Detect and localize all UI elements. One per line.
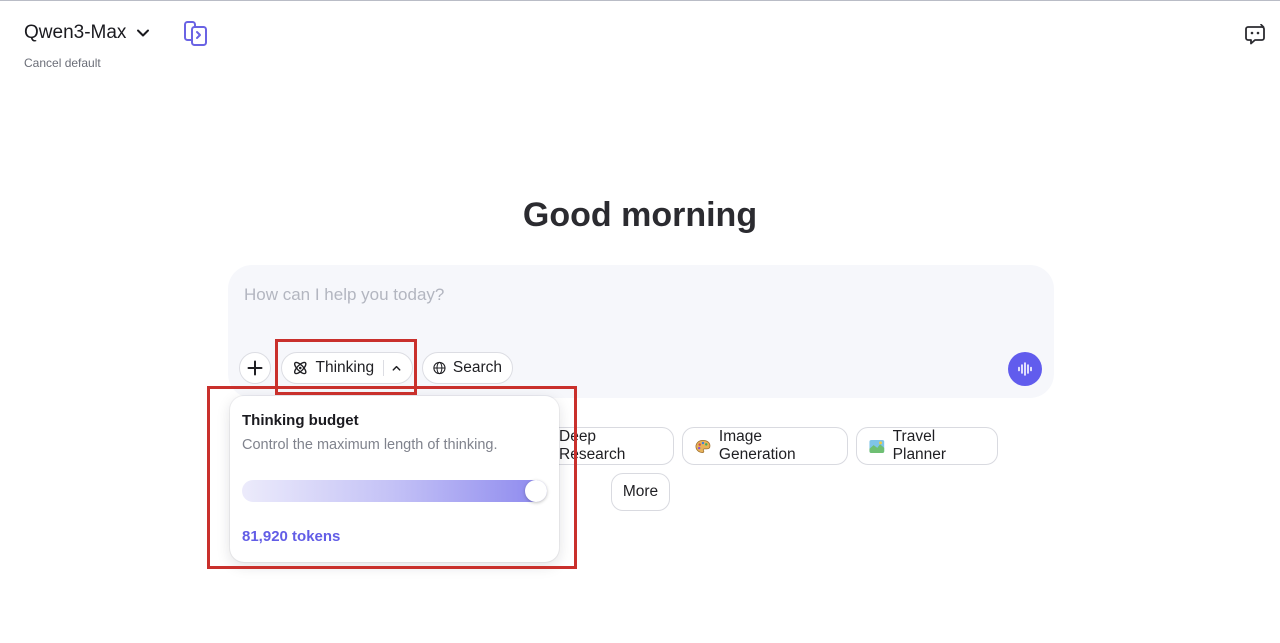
pill-divider: [383, 360, 385, 376]
voice-wave-icon: [1018, 362, 1032, 376]
add-attachment-button[interactable]: [239, 352, 271, 384]
thinking-budget-slider[interactable]: [242, 480, 547, 502]
compare-icon[interactable]: [183, 20, 211, 48]
chat-bot-icon[interactable]: [1244, 24, 1266, 46]
map-icon: [869, 439, 885, 453]
model-selector[interactable]: Qwen3-Max: [24, 22, 150, 44]
suggestion-deep-research[interactable]: Deep Research: [546, 427, 674, 465]
model-name: Qwen3-Max: [24, 22, 127, 43]
suggestion-label: Image Generation: [718, 428, 796, 463]
voice-input-button[interactable]: [1008, 352, 1042, 386]
thinking-label: Thinking: [315, 359, 375, 376]
plus-icon: [247, 360, 263, 376]
search-label: Search: [452, 359, 502, 376]
greeting-heading: Good morning: [522, 196, 758, 234]
chat-composer: Thinking Search: [228, 265, 1054, 398]
slider-handle[interactable]: [525, 480, 547, 502]
suggestion-label: More: [622, 483, 659, 500]
suggestion-label: Deep Research: [559, 428, 626, 463]
token-count: 81,920 tokens: [242, 528, 341, 545]
suggestion-label: Travel Planner: [892, 428, 947, 463]
cancel-default-link[interactable]: Cancel default: [24, 56, 101, 70]
popover-description: Control the maximum length of thinking.: [242, 437, 498, 453]
chevron-down-icon: [137, 29, 150, 37]
window-top-border: [0, 0, 1280, 1]
thinking-budget-popover: Thinking budget Control the maximum leng…: [230, 396, 559, 562]
chevron-up-icon[interactable]: [391, 362, 402, 374]
thinking-toggle-button[interactable]: Thinking: [281, 352, 413, 384]
popover-title: Thinking budget: [242, 412, 359, 429]
suggestion-image-generation[interactable]: Image Generation: [682, 427, 848, 465]
chat-input[interactable]: [242, 279, 1026, 311]
globe-icon: [433, 361, 446, 375]
search-toggle-button[interactable]: Search: [422, 352, 513, 384]
suggestion-more-button[interactable]: More: [611, 473, 670, 511]
atom-icon: [293, 361, 307, 375]
palette-icon: [695, 439, 711, 453]
suggestion-travel-planner[interactable]: Travel Planner: [856, 427, 998, 465]
